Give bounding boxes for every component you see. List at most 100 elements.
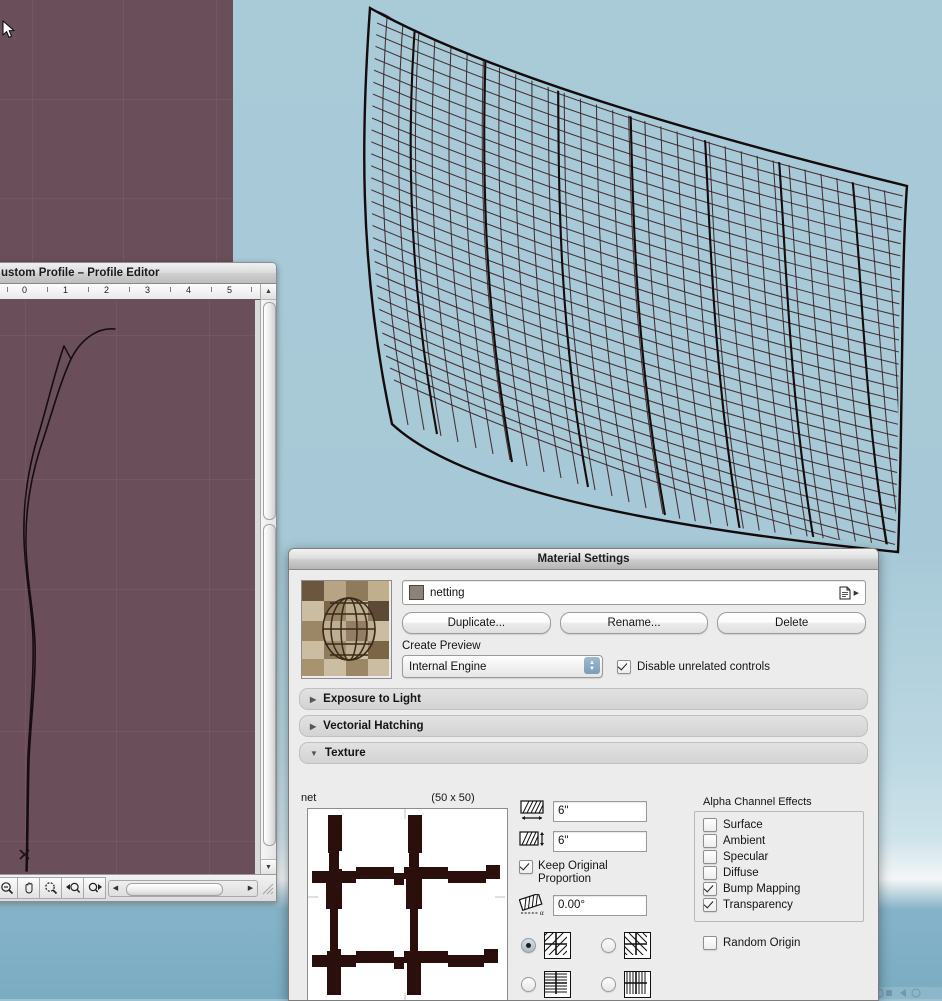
ruler-tick-4: 4 xyxy=(186,285,192,295)
orientation-option-3[interactable] xyxy=(521,971,601,998)
material-name-value: netting xyxy=(430,586,465,599)
texture-preview-image[interactable] xyxy=(307,808,508,1000)
profile-editor-window[interactable]: ustom Profile – Profile Editor 0 1 2 3 4… xyxy=(0,262,277,902)
profile-editor-vertical-scrollbar[interactable]: ▲ ▼ xyxy=(260,284,276,875)
alpha-effect-surface-checkbox[interactable] xyxy=(703,818,717,832)
orientation-pattern-1-icon[interactable] xyxy=(540,926,571,959)
material-color-swatch[interactable] xyxy=(409,585,424,600)
material-settings-dialog[interactable]: Material Settings netting ▶ Duplicate...… xyxy=(288,548,879,1001)
alpha-effect-transparency[interactable]: Transparency xyxy=(703,898,855,912)
alpha-effect-specular-label: Specular xyxy=(723,851,769,863)
alpha-effect-transparency-label: Transparency xyxy=(723,899,793,911)
section-texture-label: Texture xyxy=(324,747,366,759)
keep-original-proportion-row[interactable]: Keep Original Proportion xyxy=(519,860,711,886)
orientation-option-4[interactable] xyxy=(601,971,681,998)
hscroll-left-arrow-icon[interactable]: ◀ xyxy=(109,884,122,892)
alpha-effect-diffuse-checkbox[interactable] xyxy=(703,866,717,880)
create-preview-label: Create Preview xyxy=(402,640,481,652)
profile-curve[interactable] xyxy=(0,299,255,874)
alpha-effect-diffuse[interactable]: Diffuse xyxy=(703,866,855,880)
chevron-down-icon[interactable]: ▼ xyxy=(310,749,318,758)
random-origin-label: Random Origin xyxy=(723,937,801,949)
alpha-effect-bump-mapping-label: Bump Mapping xyxy=(723,883,801,895)
document-icon[interactable] xyxy=(839,586,851,600)
rename-button[interactable]: Rename... xyxy=(559,612,709,634)
chevron-right-icon[interactable]: ▶ xyxy=(310,695,316,704)
material-name-field[interactable]: netting ▶ xyxy=(402,580,866,605)
texture-rotation-icon: α xyxy=(519,894,544,916)
alpha-effect-surface[interactable]: Surface xyxy=(703,818,855,832)
material-settings-body: netting ▶ Duplicate... Rename... Delete xyxy=(289,570,878,1000)
scroll-up-arrow-icon[interactable]: ▲ xyxy=(261,284,276,300)
texture-rotation-input[interactable]: 0.00° xyxy=(553,894,647,916)
orientation-option-1[interactable] xyxy=(521,926,601,959)
orientation-radio-2[interactable] xyxy=(601,938,616,953)
texture-width-input[interactable]: 6" xyxy=(553,800,647,822)
keep-original-proportion-checkbox[interactable] xyxy=(519,860,533,874)
alpha-effect-ambient[interactable]: Ambient xyxy=(703,834,855,848)
ruler-tick-1: 1 xyxy=(63,285,69,295)
profile-editor-titlebar[interactable]: ustom Profile – Profile Editor xyxy=(0,263,276,284)
section-texture[interactable]: ▼ Texture xyxy=(299,742,868,764)
alpha-effect-specular-checkbox[interactable] xyxy=(703,850,717,864)
random-origin-row[interactable]: Random Origin xyxy=(703,936,864,950)
profile-editor-title: ustom Profile – Profile Editor xyxy=(1,267,160,279)
orientation-pattern-2-icon[interactable] xyxy=(620,932,651,962)
scroll-down-arrow-icon[interactable]: ▼ xyxy=(261,859,276,875)
alpha-channel-effects-group: Alpha Channel Effects Surface Ambient Sp… xyxy=(694,796,864,950)
orientation-radio-4[interactable] xyxy=(601,977,616,992)
hscroll-track[interactable] xyxy=(122,882,244,896)
alpha-effect-ambient-checkbox[interactable] xyxy=(703,834,717,848)
dialog-title: Material Settings xyxy=(537,553,630,565)
chevron-right-icon[interactable]: ▶ xyxy=(310,722,316,731)
random-origin-checkbox[interactable] xyxy=(703,936,717,950)
orientation-option-2[interactable] xyxy=(601,932,681,962)
delete-button[interactable]: Delete xyxy=(717,612,867,634)
orientation-pattern-4-icon[interactable] xyxy=(624,971,651,998)
alpha-effect-bump-mapping[interactable]: Bump Mapping xyxy=(703,882,855,896)
hscroll-thumb[interactable] xyxy=(126,882,224,896)
scroll-thumb-lower[interactable] xyxy=(263,524,276,846)
alpha-effect-bump-mapping-checkbox[interactable] xyxy=(703,882,717,896)
texture-height-icon xyxy=(519,831,544,846)
svg-text:α: α xyxy=(540,909,544,916)
material-settings-titlebar[interactable]: Material Settings xyxy=(289,549,878,570)
section-vectorial-hatching[interactable]: ▶ Vectorial Hatching xyxy=(299,715,868,737)
zoom-next-icon[interactable] xyxy=(83,877,106,899)
zoom-fit-icon[interactable] xyxy=(39,877,62,899)
orientation-pattern-3-icon[interactable] xyxy=(544,971,571,998)
zoom-out-icon[interactable] xyxy=(0,877,18,899)
texture-height-input[interactable]: 6" xyxy=(553,830,647,852)
scroll-thumb-upper[interactable] xyxy=(263,302,276,520)
texture-size-controls: 6" 6" Keep Original Proportion α 0.00° xyxy=(519,800,711,924)
disable-unrelated-controls-checkbox[interactable] xyxy=(617,659,631,674)
orientation-radio-3[interactable] xyxy=(521,977,536,992)
profile-canvas[interactable] xyxy=(0,299,255,874)
hscroll-right-arrow-icon[interactable]: ▶ xyxy=(244,884,257,892)
texture-rotation-row: α 0.00° xyxy=(519,894,711,916)
disable-unrelated-controls-label: Disable unrelated controls xyxy=(637,660,770,673)
alpha-channel-effects-title: Alpha Channel Effects xyxy=(703,796,812,808)
profile-editor-horizontal-scrollbar[interactable]: ◀ ▶ xyxy=(108,879,258,897)
profile-editor-toolbar[interactable]: ◀ ▶ xyxy=(0,874,276,901)
texture-section-content: net (50 x 50) 6" 6" Keep Original Propor… xyxy=(289,792,878,1000)
pan-hand-icon[interactable] xyxy=(17,877,40,899)
alpha-effect-specular[interactable]: Specular xyxy=(703,850,855,864)
zoom-previous-icon[interactable] xyxy=(61,877,84,899)
stepper-arrows-icon[interactable]: ▲ ▼ xyxy=(584,657,600,674)
texture-width-row: 6" xyxy=(519,800,711,822)
texture-height-row: 6" xyxy=(519,830,711,852)
orientation-radio-1[interactable] xyxy=(521,938,536,953)
material-preview-thumbnail[interactable] xyxy=(301,580,392,679)
left-modeling-panel xyxy=(0,0,233,262)
section-exposure-to-light[interactable]: ▶ Exposure to Light xyxy=(299,688,868,710)
render-engine-select[interactable]: Internal Engine ▲ ▼ xyxy=(402,655,603,678)
alpha-effect-transparency-checkbox[interactable] xyxy=(703,898,717,912)
texture-dimensions: (50 x 50) xyxy=(431,792,475,804)
section-vectorial-hatching-label: Vectorial Hatching xyxy=(323,720,424,732)
keep-original-proportion-label-line1: Keep Original xyxy=(538,860,608,872)
disable-unrelated-controls-row[interactable]: Disable unrelated controls xyxy=(617,659,770,674)
duplicate-button[interactable]: Duplicate... xyxy=(402,612,551,634)
chevron-right-icon[interactable]: ▶ xyxy=(854,589,859,597)
resize-grip-icon[interactable] xyxy=(260,881,274,895)
